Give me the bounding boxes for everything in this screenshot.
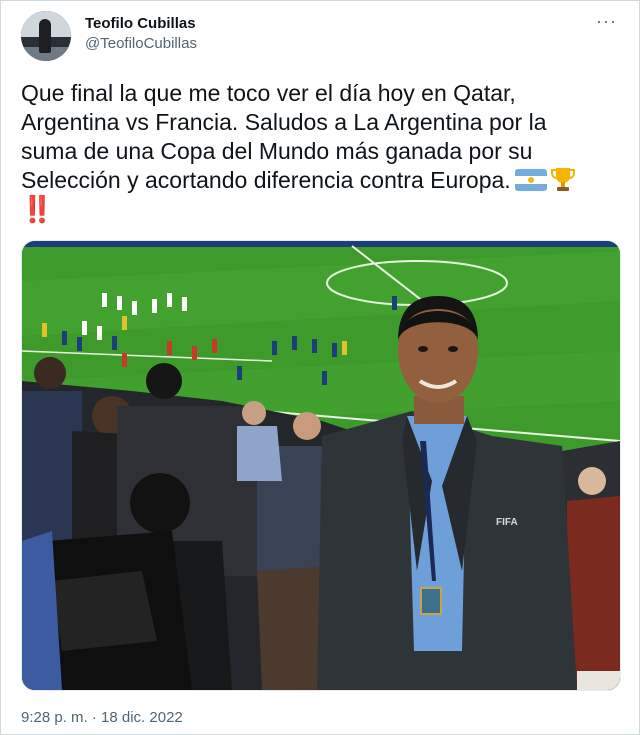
author-handle[interactable]: @TeofiloCubillas	[85, 34, 197, 54]
tweet-text: Que final la que me toco ver el día hoy …	[21, 79, 621, 225]
author-display-name[interactable]: Teofilo Cubillas	[85, 14, 197, 34]
tweet-text-line: Argentina vs Francia. Saludos a La Argen…	[21, 109, 547, 135]
tweet-photo[interactable]: FIFA	[21, 240, 621, 691]
avatar[interactable]	[21, 11, 71, 61]
argentina-flag-icon	[514, 169, 547, 191]
jacket-badge: FIFA	[496, 517, 518, 528]
tweet-timestamp[interactable]: 9:28 p. m. · 18 dic. 2022	[21, 709, 183, 726]
more-options-icon[interactable]: ···	[596, 11, 617, 32]
tweet-header: Teofilo Cubillas @TeofiloCubillas ···	[21, 11, 625, 63]
double-exclamation-icon: ‼️	[21, 194, 53, 224]
tweet-text-line: Selección y acortando diferencia contra …	[21, 167, 511, 193]
tweet-card: Teofilo Cubillas @TeofiloCubillas ··· Qu…	[0, 0, 640, 735]
author-names: Teofilo Cubillas @TeofiloCubillas	[85, 11, 197, 54]
trophy-icon	[550, 166, 576, 192]
tweet-text-line: Que final la que me toco ver el día hoy …	[21, 80, 516, 106]
tweet-text-line: suma de una Copa del Mundo más ganada po…	[21, 138, 533, 164]
stadium-photo: FIFA	[22, 241, 620, 690]
